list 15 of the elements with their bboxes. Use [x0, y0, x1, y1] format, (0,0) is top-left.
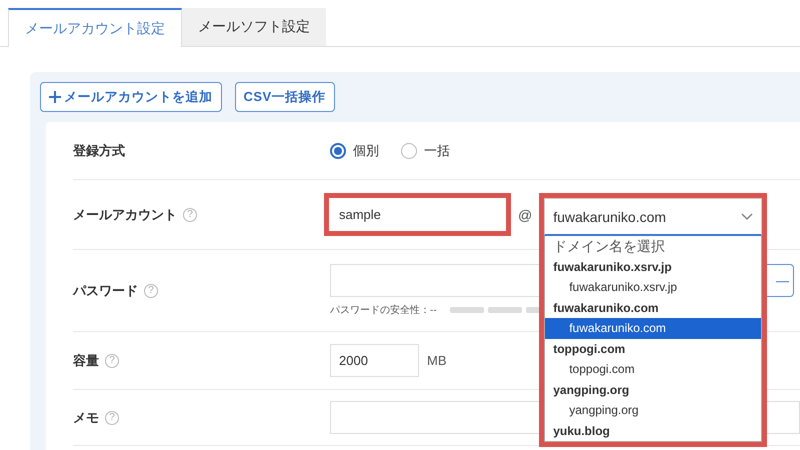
- at-sign: @: [518, 206, 532, 222]
- radio-label: 一括: [424, 142, 450, 160]
- field-label: パスワード: [73, 282, 138, 300]
- field-label: 登録方式: [73, 142, 125, 160]
- strength-label: パスワードの安全性：--: [330, 304, 437, 317]
- unit-label: MB: [427, 353, 446, 368]
- option-group-label: fuwakaruniko.xsrv.jp: [552, 258, 673, 276]
- field-label: メールアカウント: [73, 206, 177, 224]
- radio-label: 個別: [353, 142, 379, 160]
- option-group-label: fuwakaruniko.com: [552, 300, 660, 316]
- field-label: 容量: [73, 352, 99, 370]
- field-label: メモ: [73, 408, 99, 426]
- option-group-label: yangping.org: [552, 382, 630, 398]
- option-group-label: yuku.blog: [552, 422, 611, 440]
- option-group-label: toppogi.com: [552, 340, 626, 358]
